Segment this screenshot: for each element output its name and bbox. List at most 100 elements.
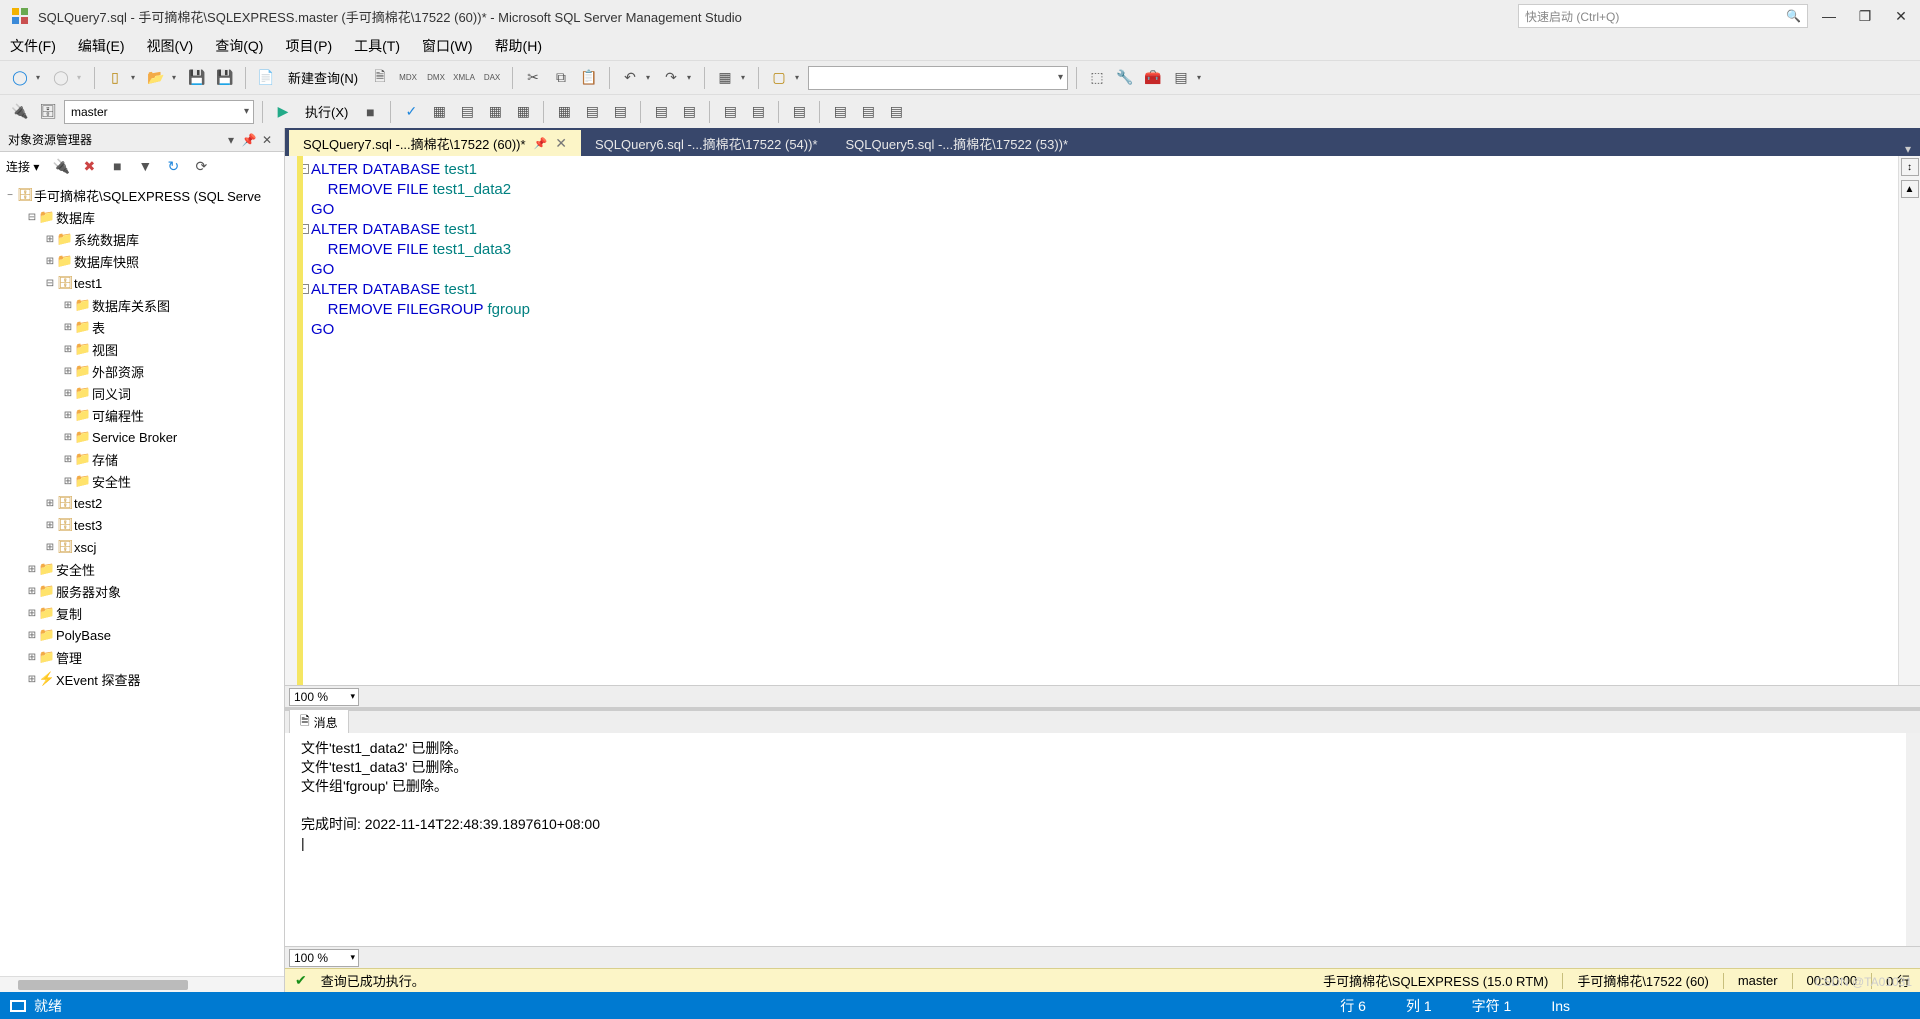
tree-node[interactable]: ⊞📁存储 — [0, 448, 284, 470]
tree-node[interactable]: ⊞📁服务器对象 — [0, 580, 284, 602]
menu-item[interactable]: 帮助(H) — [495, 36, 542, 56]
new-button[interactable]: ▯ — [103, 66, 127, 90]
panel-pin-icon[interactable]: 📌 — [240, 133, 258, 147]
xmla-query-button[interactable]: XMLA — [452, 66, 476, 90]
tree-node[interactable]: ⊞📁可编程性 — [0, 404, 284, 426]
menu-item[interactable]: 项目(P) — [285, 36, 332, 56]
messages-zoom-combo[interactable]: 100 % — [289, 949, 359, 967]
editor-tab[interactable]: SQLQuery6.sql -...摘棉花\17522 (54))* — [581, 130, 832, 156]
properties-dropdown[interactable]: ▾ — [1197, 73, 1206, 82]
filter-icon[interactable]: ▼ — [133, 154, 157, 178]
dmx-query-button[interactable]: DMX — [424, 66, 448, 90]
new-dropdown[interactable]: ▾ — [131, 73, 140, 82]
new-query-button[interactable]: 新建查询(N) — [282, 68, 364, 87]
nav-back-button[interactable]: ◯ — [8, 66, 32, 90]
close-tab-icon[interactable]: ✕ — [555, 135, 567, 152]
tree-node[interactable]: ⊞📁Service Broker — [0, 426, 284, 448]
minimize-button[interactable]: — — [1820, 7, 1838, 25]
editor-tab[interactable]: SQLQuery7.sql -...摘棉花\17522 (60))*📌✕ — [289, 130, 581, 156]
options-button[interactable]: 🔧 — [1113, 66, 1137, 90]
intellisense-button[interactable]: ▤ — [828, 100, 852, 124]
disconnect-icon[interactable]: ✖ — [77, 154, 101, 178]
tabs-overflow-button[interactable]: ▾ — [1896, 142, 1920, 156]
new-query-icon[interactable]: 📄 — [254, 66, 278, 90]
solution-button[interactable]: ▢ — [767, 66, 791, 90]
undo-dropdown[interactable]: ▾ — [646, 73, 655, 82]
maximize-button[interactable]: ❐ — [1856, 7, 1874, 25]
change-connection-button[interactable]: 🔌 — [8, 100, 32, 124]
tree-node[interactable]: ⊞📁外部资源 — [0, 360, 284, 382]
tree-node[interactable]: ⊞📁视图 — [0, 338, 284, 360]
solution-dropdown[interactable]: ▾ — [795, 73, 804, 82]
scroll-up-icon[interactable]: ▲ — [1901, 180, 1919, 198]
tree-node[interactable]: ⊞⚡XEvent 探查器 — [0, 668, 284, 690]
undo-button[interactable]: ↶ — [618, 66, 642, 90]
tree-node[interactable]: ⊞📁数据库快照 — [0, 250, 284, 272]
tree-node[interactable]: ⊞📁PolyBase — [0, 624, 284, 646]
specify-values-button[interactable]: ▤ — [787, 100, 811, 124]
refresh-icon[interactable]: ↻ — [161, 154, 185, 178]
solution-combo[interactable] — [808, 66, 1068, 90]
sql-editor[interactable]: −ALTER DATABASE test1 REMOVE FILE test1_… — [285, 156, 1920, 685]
redo-button[interactable]: ↷ — [659, 66, 683, 90]
nav-forward-dropdown[interactable]: ▾ — [77, 73, 86, 82]
tree-node[interactable]: ⊟📁数据库 — [0, 206, 284, 228]
panel-close-icon[interactable]: ✕ — [258, 133, 276, 147]
quick-launch-input[interactable]: 快速启动 (Ctrl+Q) 🔍 — [1518, 4, 1808, 28]
indent-button[interactable]: ▤ — [718, 100, 742, 124]
client-stats-button[interactable]: ▦ — [552, 100, 576, 124]
outdent-button[interactable]: ▤ — [746, 100, 770, 124]
tree-node[interactable]: ⊞📁安全性 — [0, 558, 284, 580]
menu-item[interactable]: 工具(T) — [354, 36, 400, 56]
split-arrow-icon[interactable]: ↕ — [1901, 158, 1919, 176]
menu-item[interactable]: 文件(F) — [10, 36, 56, 56]
execute-icon[interactable]: ▶ — [271, 100, 295, 124]
tree-node[interactable]: ⊟🗄test1 — [0, 272, 284, 294]
dax-query-button[interactable]: DAX — [480, 66, 504, 90]
open-dropdown[interactable]: ▾ — [172, 73, 181, 82]
parse-button[interactable]: ✓ — [399, 100, 423, 124]
tree-node[interactable]: ⊞📁管理 — [0, 646, 284, 668]
nav-forward-button[interactable]: ◯ — [49, 66, 73, 90]
open-button[interactable]: 📂 — [144, 66, 168, 90]
mdx-query-button[interactable]: MDX — [396, 66, 420, 90]
uncomment-button[interactable]: ▤ — [677, 100, 701, 124]
surround-button[interactable]: ▤ — [856, 100, 880, 124]
activity-icon[interactable]: ⟳ — [189, 154, 213, 178]
properties-button[interactable]: ▤ — [1169, 66, 1193, 90]
pin-icon[interactable]: 📌 — [534, 137, 548, 150]
include-plan-button[interactable]: ▦ — [483, 100, 507, 124]
save-all-button[interactable]: 💾 — [213, 66, 237, 90]
results-to-file-button[interactable]: ▤ — [608, 100, 632, 124]
database-combo[interactable]: master — [64, 100, 254, 124]
query-options-button[interactable]: ▤ — [455, 100, 479, 124]
copy-button[interactable]: ⧉ — [549, 66, 573, 90]
tree-node[interactable]: ⊞📁数据库关系图 — [0, 294, 284, 316]
tree-node[interactable]: ⊞📁表 — [0, 316, 284, 338]
menu-item[interactable]: 查询(Q) — [215, 36, 263, 56]
snippet-button[interactable]: ▤ — [884, 100, 908, 124]
execute-button[interactable]: 执行(X) — [299, 102, 354, 121]
tree-node[interactable]: ⊞📁复制 — [0, 602, 284, 624]
activity-monitor-dropdown[interactable]: ▾ — [741, 73, 750, 82]
messages-vscroll[interactable] — [1906, 733, 1920, 946]
connect-button[interactable]: 连接 ▾ — [6, 158, 39, 175]
tree-node[interactable]: ⊞📁安全性 — [0, 470, 284, 492]
panel-dropdown-icon[interactable]: ▾ — [222, 133, 240, 147]
nav-back-dropdown[interactable]: ▾ — [36, 73, 45, 82]
save-button[interactable]: 💾 — [185, 66, 209, 90]
editor-tab[interactable]: SQLQuery5.sql -...摘棉花\17522 (53))* — [832, 130, 1083, 156]
tree-node[interactable]: ⊞📁同义词 — [0, 382, 284, 404]
menu-item[interactable]: 编辑(E) — [78, 36, 125, 56]
cut-button[interactable]: ✂ — [521, 66, 545, 90]
code-area[interactable]: −ALTER DATABASE test1 REMOVE FILE test1_… — [303, 156, 1898, 685]
registered-servers-button[interactable]: ⬚ — [1085, 66, 1109, 90]
tree-node[interactable]: ⊞🗄xscj — [0, 536, 284, 558]
object-explorer-tree[interactable]: −🗄手可摘棉花\SQLEXPRESS (SQL Serve⊟📁数据库⊞📁系统数据… — [0, 180, 284, 976]
editor-zoom-combo[interactable]: 100 % — [289, 688, 359, 706]
debug-button[interactable]: ■ — [358, 100, 382, 124]
explorer-hscroll[interactable] — [0, 976, 284, 992]
menu-item[interactable]: 视图(V) — [147, 36, 194, 56]
paste-button[interactable]: 📋 — [577, 66, 601, 90]
menu-item[interactable]: 窗口(W) — [422, 36, 473, 56]
